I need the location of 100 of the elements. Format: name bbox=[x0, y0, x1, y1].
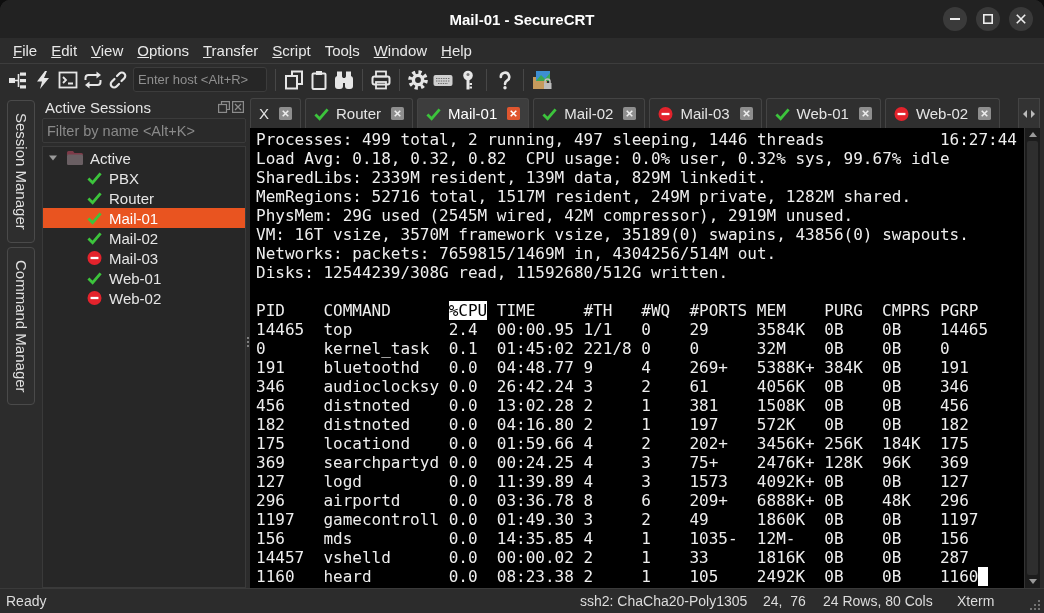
table-cell: 3 bbox=[583, 510, 594, 529]
table-cell: 0B bbox=[824, 548, 844, 567]
table-cell: 2 bbox=[583, 567, 594, 586]
minimize-button[interactable] bbox=[943, 7, 967, 31]
tree-item[interactable]: Web-01 bbox=[43, 268, 245, 288]
table-cell: 1197 bbox=[939, 510, 979, 529]
filter-field[interactable]: Filter by name <Alt+K> bbox=[42, 118, 246, 143]
terminal-line: SharedLibs: 2339M resident, 139M data, 829M linkedit. bbox=[256, 168, 767, 187]
table-cell: 01:49.30 bbox=[496, 510, 574, 529]
table-cell: 202+ bbox=[689, 434, 728, 453]
scroll-down-icon[interactable] bbox=[1028, 579, 1037, 584]
side-tab[interactable]: Session Manager bbox=[7, 100, 35, 243]
table-cell: 287 bbox=[939, 548, 969, 567]
side-tab[interactable]: Command Manager bbox=[7, 246, 35, 406]
tree-item[interactable]: Active bbox=[43, 148, 245, 168]
session-tab[interactable]: Mail-03 bbox=[649, 98, 762, 128]
clipboard-icon[interactable] bbox=[309, 69, 329, 90]
menu-item[interactable]: Edit bbox=[44, 42, 85, 59]
tree-item[interactable]: Web-02 bbox=[43, 288, 245, 308]
close-icon[interactable] bbox=[978, 107, 992, 120]
maximize-icon bbox=[983, 14, 993, 24]
table-cell: 0.0 bbox=[448, 358, 478, 377]
splitter-handle-icon[interactable] bbox=[247, 336, 249, 347]
caret-icon[interactable] bbox=[49, 154, 57, 162]
table-cell: 33 bbox=[689, 548, 709, 567]
table-cell: 1573 bbox=[689, 472, 728, 491]
link-icon[interactable] bbox=[108, 69, 128, 90]
table-cell: 1860K bbox=[756, 510, 806, 529]
printer-icon[interactable] bbox=[371, 69, 391, 90]
table-cell: 0 bbox=[256, 339, 266, 358]
tab-scroll-button[interactable] bbox=[1018, 98, 1040, 128]
close-icon[interactable] bbox=[739, 107, 753, 120]
table-cell: 1 bbox=[641, 396, 651, 415]
resize-grip-icon[interactable] bbox=[1030, 600, 1040, 610]
table-cell: locationd bbox=[323, 434, 411, 453]
session-tab[interactable]: Mail-01 bbox=[417, 98, 530, 128]
menu-item[interactable]: Help bbox=[434, 42, 479, 59]
table-cell: 0B bbox=[882, 415, 902, 434]
table-cell: 182 bbox=[939, 415, 969, 434]
scroll-up-icon[interactable] bbox=[1028, 132, 1037, 137]
table-cell: 1508K bbox=[756, 396, 806, 415]
session-tab[interactable]: X bbox=[250, 98, 301, 128]
table-cell: 4092K+ bbox=[756, 472, 815, 491]
terminal-icon[interactable] bbox=[58, 69, 78, 90]
table-cell: 14457 bbox=[256, 548, 305, 567]
repeat-icon[interactable] bbox=[83, 69, 103, 90]
close-icon[interactable] bbox=[507, 107, 521, 120]
table-cell: 209+ bbox=[689, 491, 728, 510]
host-field[interactable]: Enter host <Alt+R> bbox=[133, 67, 267, 92]
menu-item[interactable]: Tools bbox=[317, 42, 367, 59]
table-cell: distnoted bbox=[323, 415, 411, 434]
table-cell: 105 bbox=[689, 567, 719, 586]
menu-item[interactable]: File bbox=[6, 42, 45, 59]
tree-item[interactable]: Mail-03 bbox=[43, 248, 245, 268]
table-cell: 1197 bbox=[256, 510, 295, 529]
table-cell: 0B bbox=[824, 529, 844, 548]
close-icon[interactable] bbox=[858, 107, 872, 120]
scroll-left-icon[interactable] bbox=[1023, 109, 1027, 118]
table-cell: searchpartyd bbox=[323, 453, 439, 472]
menu-item[interactable]: Window bbox=[366, 42, 435, 59]
session-tab[interactable]: Mail-02 bbox=[533, 98, 646, 128]
close-button[interactable] bbox=[1009, 7, 1033, 31]
table-cell: 5388K+ bbox=[756, 358, 815, 377]
menu-item[interactable]: View bbox=[84, 42, 131, 59]
table-cell: 00:00.95 bbox=[496, 320, 574, 339]
tree-item[interactable]: Mail-02 bbox=[43, 228, 245, 248]
tree-item[interactable]: Mail-01 bbox=[43, 208, 245, 228]
menu-item[interactable]: Transfer bbox=[196, 42, 266, 59]
session-tab[interactable]: Router bbox=[305, 98, 414, 128]
table-cell: 0B bbox=[882, 510, 902, 529]
table-cell: audioclocksy bbox=[323, 377, 439, 396]
terminal-line: Processes: 499 total, 2 running, 497 sleeping, 1446 threads bbox=[256, 130, 826, 149]
close-icon[interactable] bbox=[623, 107, 637, 120]
column-header: CMPRS bbox=[882, 301, 931, 320]
column-header: TIME bbox=[496, 301, 536, 320]
folder-lock-icon[interactable] bbox=[532, 69, 552, 90]
menu-item[interactable]: Script bbox=[265, 42, 318, 59]
session-tab[interactable]: Web-01 bbox=[765, 98, 881, 128]
scroll-right-icon[interactable] bbox=[1031, 109, 1035, 118]
table-cell: 49 bbox=[689, 510, 709, 529]
table-cell: 2 bbox=[583, 548, 594, 567]
table-cell: 3 bbox=[641, 453, 651, 472]
table-cell: gamecontroll bbox=[323, 510, 439, 529]
menu-item[interactable]: Options bbox=[130, 42, 196, 59]
table-cell: vshelld bbox=[323, 548, 391, 567]
table-cell: 381 bbox=[689, 396, 719, 415]
tree-item[interactable]: PBX bbox=[43, 168, 245, 188]
session-tab[interactable]: Web-02 bbox=[884, 98, 1001, 128]
binoculars-icon[interactable] bbox=[334, 69, 354, 90]
table-cell: 0.0 bbox=[448, 510, 478, 529]
tree-item[interactable]: Router bbox=[43, 188, 245, 208]
close-icon[interactable] bbox=[391, 107, 405, 120]
table-cell: 456 bbox=[939, 396, 969, 415]
settings-icon[interactable] bbox=[408, 69, 428, 90]
table-cell: 0.0 bbox=[448, 434, 478, 453]
scrollbar[interactable] bbox=[1024, 128, 1040, 588]
float-icon[interactable] bbox=[218, 101, 230, 113]
table-cell: 13:02.28 bbox=[496, 396, 574, 415]
maximize-button[interactable] bbox=[976, 7, 1000, 31]
copy-icon[interactable] bbox=[284, 69, 304, 90]
